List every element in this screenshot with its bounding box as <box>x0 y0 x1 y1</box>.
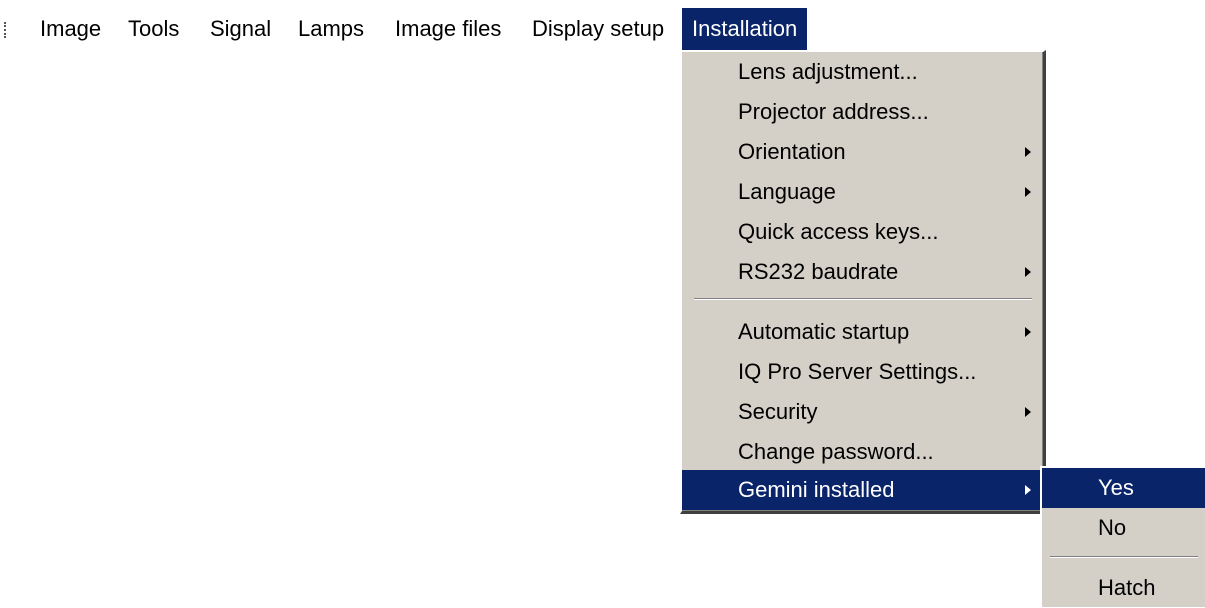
submenu-arrow-icon <box>1025 267 1031 277</box>
menu-item-quick-access-keys[interactable]: Quick access keys... <box>682 212 1043 252</box>
submenu-arrow-icon <box>1025 147 1031 157</box>
menu-item-change-password[interactable]: Change password... <box>682 432 1043 472</box>
menu-item-security[interactable]: Security <box>682 392 1043 432</box>
menu-item-language[interactable]: Language <box>682 172 1043 212</box>
menu-item-label: Change password... <box>738 439 934 464</box>
gemini-submenu: Yes No Hatch <box>1040 466 1205 607</box>
menubar-grip-icon <box>4 22 8 38</box>
menu-item-rs232-baudrate[interactable]: RS232 baudrate <box>682 252 1043 292</box>
submenu-item-no[interactable]: No <box>1042 508 1205 548</box>
submenu-arrow-icon <box>1025 327 1031 337</box>
submenu-item-yes[interactable]: Yes <box>1042 468 1205 508</box>
menu-item-orientation[interactable]: Orientation <box>682 132 1043 172</box>
menu-image-files[interactable]: Image files <box>395 8 501 50</box>
menu-separator <box>694 298 1032 300</box>
submenu-arrow-icon <box>1025 407 1031 417</box>
menu-image[interactable]: Image <box>40 8 101 50</box>
menu-item-label: Quick access keys... <box>738 219 939 244</box>
menu-item-label: Lens adjustment... <box>738 59 918 84</box>
menu-item-gemini-installed[interactable]: Gemini installed <box>682 470 1043 510</box>
menu-installation[interactable]: Installation <box>682 8 808 50</box>
submenu-separator <box>1050 556 1198 558</box>
menu-item-label: RS232 baudrate <box>738 259 899 284</box>
menu-bar: Image Tools Signal Lamps Image files Dis… <box>0 8 1205 50</box>
menu-item-projector-address[interactable]: Projector address... <box>682 92 1043 132</box>
menu-item-label: Automatic startup <box>738 319 910 344</box>
menu-item-automatic-startup[interactable]: Automatic startup <box>682 312 1043 352</box>
submenu-item-label: No <box>1098 515 1127 540</box>
menu-lamps[interactable]: Lamps <box>298 8 364 50</box>
menu-display-setup[interactable]: Display setup <box>532 8 664 50</box>
submenu-arrow-icon <box>1025 187 1031 197</box>
menu-item-label: Language <box>738 179 836 204</box>
submenu-item-hatch[interactable]: Hatch <box>1042 568 1205 608</box>
menu-item-lens-adjustment[interactable]: Lens adjustment... <box>682 52 1043 92</box>
submenu-arrow-icon <box>1025 485 1031 495</box>
installation-menu: Lens adjustment... Projector address... … <box>680 50 1046 514</box>
menu-item-label: Orientation <box>738 139 846 164</box>
submenu-item-label: Hatch <box>1098 575 1156 600</box>
menu-item-label: Projector address... <box>738 99 929 124</box>
menu-item-label: Security <box>738 399 818 424</box>
menu-item-iq-pro-server-settings[interactable]: IQ Pro Server Settings... <box>682 352 1043 392</box>
menu-item-label: IQ Pro Server Settings... <box>738 359 977 384</box>
menu-signal[interactable]: Signal <box>210 8 271 50</box>
menu-tools[interactable]: Tools <box>128 8 179 50</box>
menu-item-label: Gemini installed <box>738 477 895 502</box>
submenu-item-label: Yes <box>1098 475 1134 500</box>
